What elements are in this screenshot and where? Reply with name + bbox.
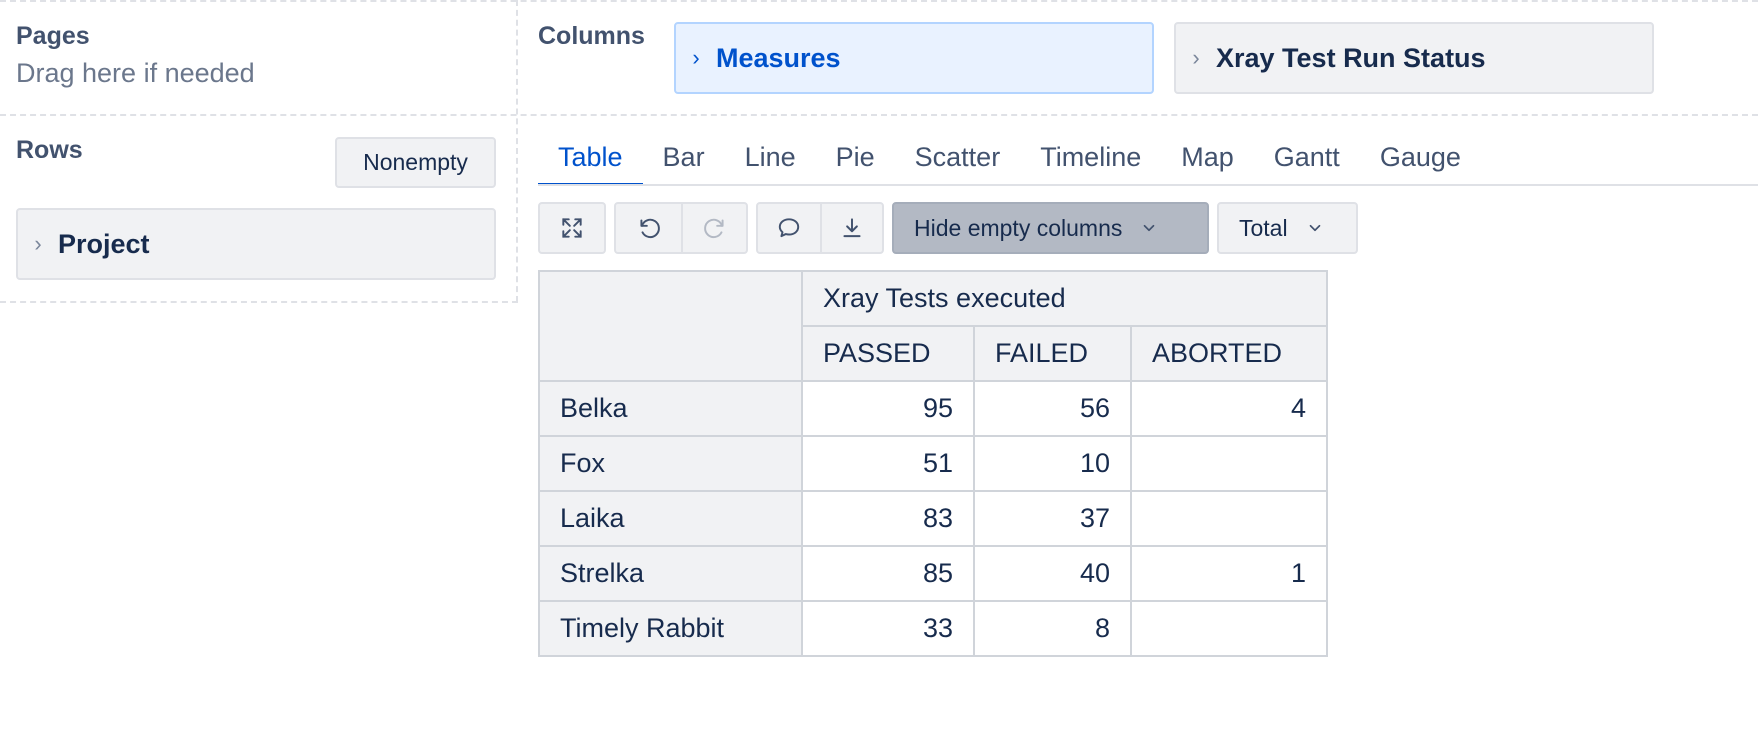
table-header-row: Xray Tests executed	[538, 270, 1328, 382]
column-chip-measures[interactable]: › Measures	[674, 22, 1154, 94]
rows-title: Rows	[16, 136, 83, 164]
row-header-fox[interactable]: Fox	[538, 435, 803, 492]
top-border	[0, 0, 1758, 2]
tabs-underline	[538, 184, 1758, 186]
table-cell[interactable]: 56	[973, 380, 1132, 437]
tab-line[interactable]: Line	[725, 138, 816, 186]
row-chip-label: Project	[58, 228, 150, 259]
tab-gantt[interactable]: Gantt	[1254, 138, 1360, 186]
measure-header[interactable]: Xray Tests executed	[801, 270, 1328, 327]
row-header-belka[interactable]: Belka	[538, 380, 803, 437]
table-cell[interactable]: 40	[973, 545, 1132, 602]
chevron-right-icon[interactable]: ›	[18, 231, 58, 257]
pages-drop-hint[interactable]: Drag here if needed	[16, 58, 255, 89]
fullscreen-button[interactable]	[540, 204, 604, 252]
table-cell[interactable]	[1130, 490, 1328, 547]
download-icon	[843, 218, 861, 238]
pages-rows-divider	[516, 0, 518, 302]
tab-bar[interactable]: Bar	[643, 138, 725, 186]
table-cell[interactable]	[1130, 600, 1328, 657]
history-group	[614, 202, 748, 254]
hide-empty-columns-dropdown[interactable]: Hide empty columns	[892, 202, 1209, 254]
undo-button[interactable]	[616, 204, 681, 252]
fullscreen-group	[538, 202, 606, 254]
table-row: Strelka 85 40 1	[538, 545, 1328, 602]
comment-icon	[778, 218, 800, 238]
row-header-timely-rabbit[interactable]: Timely Rabbit	[538, 600, 803, 657]
redo-button[interactable]	[681, 204, 746, 252]
hide-empty-columns-label: Hide empty columns	[914, 214, 1123, 241]
report-table: Xray Tests executed PASSED FAILED ABORTE…	[538, 270, 1328, 657]
table-corner-cell	[538, 270, 803, 382]
fullscreen-icon	[562, 218, 582, 238]
tab-map[interactable]: Map	[1161, 138, 1254, 186]
chevron-right-icon[interactable]: ›	[1176, 45, 1216, 71]
column-chip-xray-test-run-status[interactable]: › Xray Test Run Status	[1174, 22, 1654, 94]
comment-download-group	[756, 202, 884, 254]
chevron-right-icon[interactable]: ›	[676, 45, 716, 71]
column-chip-label: Xray Test Run Status	[1216, 42, 1486, 73]
table-row: Belka 95 56 4	[538, 380, 1328, 437]
table-cell[interactable]: 83	[801, 490, 975, 547]
redo-icon	[703, 218, 724, 239]
table-cell[interactable]: 8	[973, 600, 1132, 657]
table-cell[interactable]	[1130, 435, 1328, 492]
total-label: Total	[1239, 214, 1288, 241]
chevron-down-icon	[1306, 219, 1324, 237]
column-header-aborted[interactable]: ABORTED	[1130, 325, 1328, 382]
tab-pie[interactable]: Pie	[816, 138, 895, 186]
download-button[interactable]	[820, 204, 882, 252]
tab-gauge[interactable]: Gauge	[1360, 138, 1481, 186]
table-cell[interactable]: 85	[801, 545, 975, 602]
rows-bottom-border	[0, 301, 518, 303]
table-cell[interactable]: 10	[973, 435, 1132, 492]
table-cell[interactable]: 51	[801, 435, 975, 492]
table-cell[interactable]: 1	[1130, 545, 1328, 602]
column-chip-label: Measures	[716, 42, 841, 73]
table-row: Timely Rabbit 33 8	[538, 600, 1328, 657]
table-cell[interactable]: 4	[1130, 380, 1328, 437]
table-cell[interactable]: 37	[973, 490, 1132, 547]
pages-title: Pages	[16, 22, 90, 50]
table-cell[interactable]: 33	[801, 600, 975, 657]
undo-icon	[639, 218, 660, 239]
comment-button[interactable]	[758, 204, 820, 252]
table-row: Fox 51 10	[538, 435, 1328, 492]
nonempty-button[interactable]: Nonempty	[335, 137, 496, 188]
row-header-laika[interactable]: Laika	[538, 490, 803, 547]
tab-timeline[interactable]: Timeline	[1020, 138, 1161, 186]
column-header-failed[interactable]: FAILED	[973, 325, 1132, 382]
tab-scatter[interactable]: Scatter	[895, 138, 1021, 186]
column-header-passed[interactable]: PASSED	[801, 325, 975, 382]
chevron-down-icon	[1140, 219, 1158, 237]
tab-table[interactable]: Table	[538, 138, 643, 186]
row-header-strelka[interactable]: Strelka	[538, 545, 803, 602]
view-tabs: Table Bar Line Pie Scatter Timeline Map …	[538, 138, 1481, 186]
columns-title: Columns	[538, 22, 645, 50]
table-cell[interactable]: 95	[801, 380, 975, 437]
total-dropdown[interactable]: Total	[1217, 202, 1358, 254]
row-chip-project[interactable]: › Project	[16, 208, 496, 280]
table-row: Laika 83 37	[538, 490, 1328, 547]
header-divider	[0, 114, 1758, 116]
